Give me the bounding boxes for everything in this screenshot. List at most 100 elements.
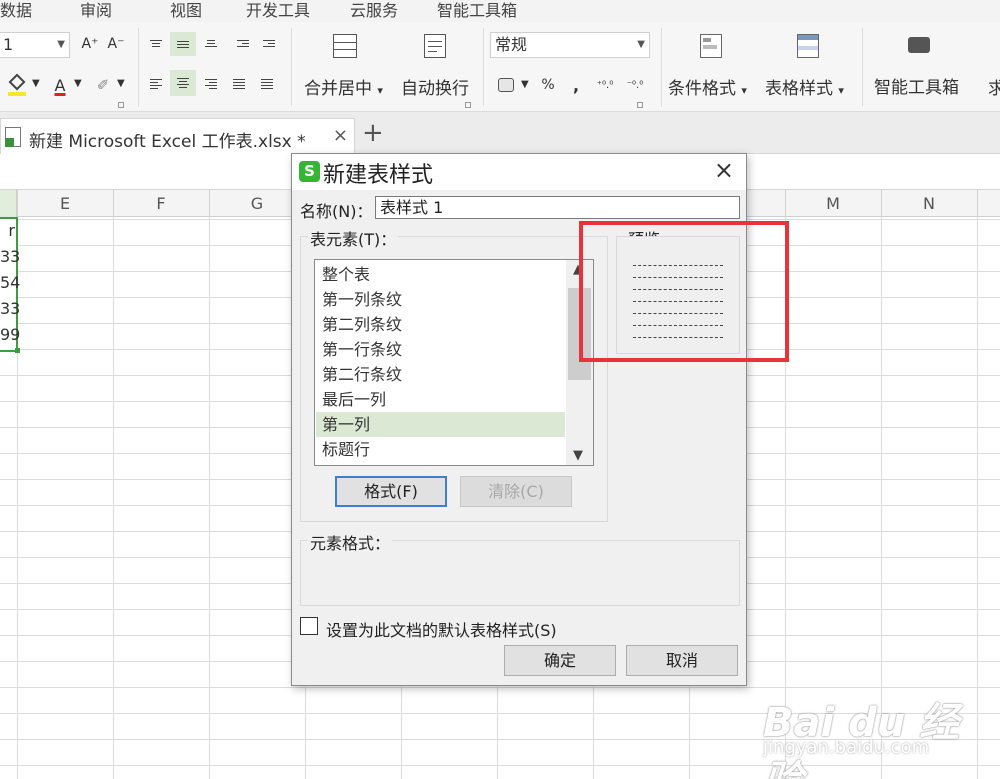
font-size-value: 1 bbox=[3, 35, 14, 54]
list-item[interactable]: 第一列条纹 bbox=[316, 287, 565, 312]
chevron-down-icon[interactable]: ▼ bbox=[117, 78, 125, 89]
table-style-button[interactable]: 表格样式 ▾ bbox=[765, 74, 844, 99]
merge-center-label: 合并居中 bbox=[304, 79, 372, 99]
default-style-checkbox[interactable] bbox=[300, 617, 318, 635]
chevron-down-icon[interactable]: ▼ bbox=[637, 33, 645, 57]
list-item-selected[interactable]: 第一列 bbox=[316, 412, 565, 437]
list-item[interactable]: 标题行 bbox=[316, 437, 565, 462]
percent-button[interactable]: % bbox=[538, 72, 558, 98]
default-style-checkbox-label[interactable]: 设置为此文档的默认表格样式(S) bbox=[326, 617, 557, 641]
watermark-brand: Bai du 经验 bbox=[763, 700, 960, 779]
thousands-separator-button[interactable]: , bbox=[566, 72, 586, 98]
font-dialog-launcher[interactable] bbox=[118, 102, 124, 108]
watermark-url: jingyan.baidu.com bbox=[763, 737, 930, 758]
currency-button[interactable] bbox=[494, 72, 518, 98]
fill-color-button[interactable] bbox=[4, 72, 30, 98]
increase-decimal-button[interactable]: ⁺⁰.⁰ bbox=[594, 72, 616, 98]
format-button[interactable]: 格式(F) bbox=[335, 476, 447, 507]
conditional-format-label: 条件格式 bbox=[668, 79, 736, 99]
column-header-f[interactable]: F bbox=[113, 194, 209, 213]
align-middle-icon bbox=[177, 39, 189, 50]
wrap-text-button[interactable]: 自动换行 bbox=[401, 74, 469, 99]
chevron-down-icon[interactable]: ▼ bbox=[74, 78, 82, 89]
document-tab-title: 新建 Microsoft Excel 工作表.xlsx * bbox=[29, 132, 306, 152]
number-dialog-launcher[interactable] bbox=[637, 102, 643, 108]
column-header-e[interactable]: E bbox=[17, 194, 113, 213]
close-icon[interactable]: × bbox=[714, 156, 734, 184]
close-tab-icon[interactable]: × bbox=[333, 125, 348, 146]
style-name-input[interactable]: 表样式 1 bbox=[375, 196, 740, 219]
chevron-down-icon[interactable]: ▼ bbox=[521, 79, 529, 90]
decrease-indent-button[interactable] bbox=[232, 32, 254, 54]
column-header-d-partial[interactable] bbox=[0, 190, 17, 217]
font-color-button[interactable]: A bbox=[48, 72, 72, 98]
toolbox-icon bbox=[908, 37, 930, 53]
align-top-button[interactable] bbox=[145, 32, 167, 54]
ribbon: 1 ▼ A⁺ A⁻ ▼ A ▼ ✐ ▼ 合并居中 ▾ 自动换行 常规 ▼ ▼ %… bbox=[0, 22, 1000, 112]
menu-review[interactable]: 审阅 bbox=[80, 0, 112, 21]
menu-cloud-services[interactable]: 云服务 bbox=[350, 0, 398, 21]
smart-toolbox-button[interactable]: 智能工具箱 bbox=[868, 27, 970, 105]
list-item[interactable]: 第二行条纹 bbox=[316, 362, 565, 387]
dialog-title-bar[interactable]: S 新建表样式 × bbox=[292, 154, 746, 190]
currency-icon bbox=[498, 78, 514, 92]
fill-handle[interactable] bbox=[15, 348, 20, 353]
element-format-label: 元素格式： bbox=[308, 530, 393, 554]
clear-format-button[interactable]: ✐ bbox=[92, 72, 114, 98]
justify-icon bbox=[233, 77, 245, 91]
document-tab[interactable]: 新建 Microsoft Excel 工作表.xlsx * × bbox=[0, 118, 355, 154]
align-left-icon bbox=[150, 77, 162, 91]
merge-center-button[interactable]: 合并居中 ▾ bbox=[304, 74, 383, 99]
align-left-button[interactable] bbox=[145, 72, 167, 96]
cell-value[interactable]: 33 bbox=[0, 299, 20, 318]
chevron-down-icon[interactable]: ▾ bbox=[377, 84, 383, 97]
align-center-button[interactable] bbox=[170, 70, 196, 96]
cancel-button[interactable]: 取消 bbox=[626, 645, 738, 676]
menu-data[interactable]: 数据 bbox=[0, 0, 32, 21]
chevron-down-icon[interactable]: ▼ bbox=[57, 33, 65, 57]
align-right-icon bbox=[205, 77, 217, 91]
chevron-down-icon[interactable]: ▼ bbox=[32, 78, 40, 89]
table-element-list[interactable]: 整个表 第一列条纹 第二列条纹 第一行条纹 第二行条纹 最后一列 第一列 标题行… bbox=[314, 259, 594, 466]
menu-developer-tools[interactable]: 开发工具 bbox=[246, 0, 310, 21]
increase-indent-button[interactable] bbox=[258, 32, 280, 54]
font-grow-button[interactable]: A⁺ bbox=[80, 34, 100, 54]
conditional-format-button[interactable]: 条件格式 ▾ bbox=[668, 74, 747, 99]
list-item[interactable]: 整个表 bbox=[316, 262, 565, 287]
list-item[interactable]: 最后一列 bbox=[316, 387, 565, 412]
font-size-combo[interactable]: 1 ▼ bbox=[0, 32, 70, 58]
chevron-down-icon[interactable]: ▾ bbox=[838, 84, 844, 97]
align-bottom-button[interactable] bbox=[200, 32, 222, 54]
table-element-label: 表元素(T)： bbox=[308, 226, 399, 250]
list-item[interactable]: 第二列条纹 bbox=[316, 312, 565, 337]
cell-value[interactable]: 33 bbox=[0, 247, 20, 266]
menu-smart-toolbox[interactable]: 智能工具箱 bbox=[437, 0, 517, 21]
excel-file-icon bbox=[5, 127, 21, 147]
scroll-down-icon[interactable]: ▼ bbox=[573, 448, 583, 463]
number-format-combo[interactable]: 常规 ▼ bbox=[490, 32, 650, 58]
cell-value[interactable]: 99 bbox=[0, 325, 20, 344]
clear-button[interactable]: 清除(C) bbox=[460, 476, 572, 507]
align-top-icon bbox=[150, 38, 162, 49]
number-format-value: 常规 bbox=[495, 35, 528, 54]
cell-value[interactable]: r bbox=[0, 221, 15, 240]
ok-button[interactable]: 确定 bbox=[504, 645, 616, 676]
new-tab-button[interactable]: + bbox=[362, 118, 384, 148]
decrease-indent-icon bbox=[237, 38, 249, 49]
column-header-n[interactable]: N bbox=[881, 194, 977, 213]
menu-view[interactable]: 视图 bbox=[170, 0, 202, 21]
column-header-m[interactable]: M bbox=[785, 194, 881, 213]
align-middle-button[interactable] bbox=[170, 32, 196, 56]
font-shrink-button[interactable]: A⁻ bbox=[106, 34, 126, 54]
align-right-button[interactable] bbox=[200, 72, 222, 96]
justify-button[interactable] bbox=[228, 72, 250, 96]
decrease-decimal-button[interactable]: ⁻⁰.⁰ bbox=[624, 72, 646, 98]
list-item[interactable]: 第一行条纹 bbox=[316, 337, 565, 362]
fill-color-swatch bbox=[8, 92, 26, 96]
ribbon-cut-off-button[interactable]: 求 bbox=[988, 74, 1000, 99]
chevron-down-icon[interactable]: ▾ bbox=[741, 84, 747, 97]
alignment-dialog-launcher[interactable] bbox=[465, 102, 471, 108]
conditional-format-icon bbox=[700, 34, 722, 58]
distribute-button[interactable] bbox=[256, 72, 278, 96]
cell-value[interactable]: 54 bbox=[0, 273, 20, 292]
